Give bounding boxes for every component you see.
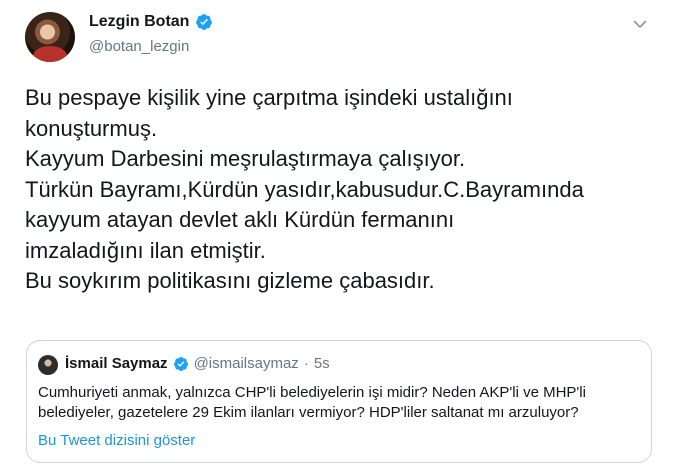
author-handle[interactable]: @botan_lezgin (89, 38, 189, 55)
tweet-text-line: konuşturmuş. (25, 115, 158, 141)
tweet-text: Bu pespaye kişilik yine çarpıtma işindek… (25, 83, 655, 297)
quoted-tweet[interactable]: İsmail Saymaz @ismailsaymaz · 5s Cumhuri… (26, 340, 652, 463)
show-thread-link[interactable]: Bu Tweet dizisini göster (38, 432, 195, 449)
tweet-text-line: kayyum atayan devlet aklı Kürdün fermanı… (25, 207, 455, 232)
quoted-text-line: belediyeler, gazetelere 29 Ekim ilanları… (38, 404, 579, 421)
chevron-down-icon[interactable] (632, 16, 648, 32)
separator-dot: · (303, 355, 309, 372)
verified-badge-icon (196, 14, 213, 30)
quoted-author-name: İsmail Saymaz (65, 355, 168, 372)
quoted-author-handle: @ismailsaymaz (193, 355, 299, 372)
quoted-tweet-header: İsmail Saymaz @ismailsaymaz · 5s (65, 355, 330, 372)
author-display-name[interactable]: Lezgin Botan (89, 13, 189, 31)
quoted-author-avatar (38, 355, 58, 375)
quoted-timestamp[interactable]: 5s (314, 355, 330, 372)
tweet-text-line: Türkün Bayramı,Kürdün yasıdır,kabusudur.… (25, 176, 584, 202)
verified-badge-icon (173, 356, 188, 371)
tweet-text-line: imzaladığını ilan etmiştir. (25, 237, 266, 263)
tweet-text-line: Kayyum Darbesini meşrulaştırmaya çalışıy… (25, 146, 466, 171)
quoted-text-line: Cumhuriyeti anmak, yalnızca CHP'li beled… (38, 384, 586, 401)
author-name-row: Lezgin Botan (89, 13, 213, 31)
tweet-text-line: Bu pespaye kişilik yine çarpıtma işindek… (25, 85, 513, 110)
author-avatar[interactable] (25, 12, 75, 62)
tweet-text-line: Bu soykırım politikasını gizleme çabasıd… (25, 268, 435, 293)
quoted-tweet-text: Cumhuriyeti anmak, yalnızca CHP'li beled… (38, 383, 643, 423)
